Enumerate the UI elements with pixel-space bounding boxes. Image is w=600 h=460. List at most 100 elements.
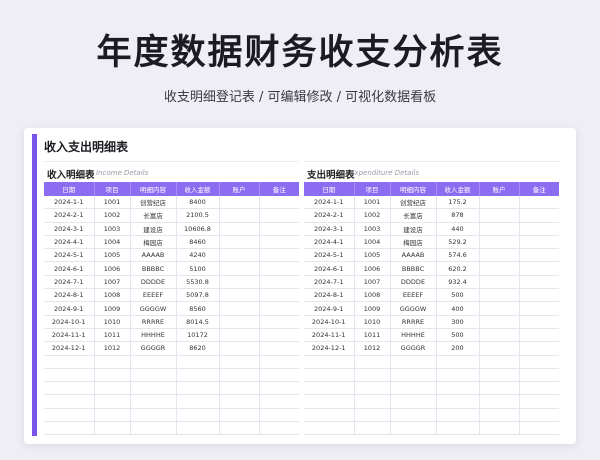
- table-row[interactable]: 2024-11-1 1011 HHHHE 500: [304, 328, 559, 343]
- table-cell[interactable]: [219, 301, 260, 316]
- empty-cell[interactable]: [390, 408, 437, 423]
- table-row[interactable]: 2024-2-1 1002 长富店 2100.5: [44, 208, 299, 223]
- table-cell[interactable]: 2024-1-1: [44, 196, 95, 210]
- empty-cell[interactable]: [130, 408, 177, 423]
- table-cell[interactable]: AAAAB: [390, 248, 437, 263]
- table-cell[interactable]: HHHHE: [130, 328, 177, 343]
- table-cell[interactable]: 1004: [354, 235, 391, 250]
- expense-col-header[interactable]: 日期: [304, 182, 355, 196]
- table-cell[interactable]: 574.6: [436, 248, 480, 263]
- table-cell[interactable]: DDDDE: [390, 275, 437, 290]
- table-cell[interactable]: DDDDE: [130, 275, 177, 290]
- table-cell[interactable]: [519, 196, 559, 210]
- table-cell[interactable]: GGGGR: [390, 341, 437, 356]
- table-cell[interactable]: [219, 196, 260, 210]
- empty-cell[interactable]: [219, 368, 260, 383]
- table-cell[interactable]: 建设店: [130, 222, 177, 236]
- table-cell[interactable]: 2024-7-1: [304, 275, 355, 290]
- table-cell[interactable]: 1002: [94, 208, 131, 223]
- table-cell[interactable]: 1010: [354, 315, 391, 329]
- table-cell[interactable]: BBBBC: [130, 261, 177, 276]
- table-cell[interactable]: 2024-8-1: [44, 288, 95, 303]
- table-cell[interactable]: [259, 275, 299, 290]
- table-row[interactable]: 2024-7-1 1007 DDDDE 5530.8: [44, 275, 299, 290]
- empty-cell[interactable]: [176, 355, 220, 369]
- empty-cell[interactable]: [219, 355, 260, 369]
- table-cell[interactable]: [479, 288, 520, 303]
- empty-table-row[interactable]: [304, 421, 559, 436]
- empty-cell[interactable]: [176, 421, 220, 436]
- table-cell[interactable]: AAAAB: [130, 248, 177, 263]
- expense-col-header[interactable]: 备注: [519, 182, 559, 196]
- empty-cell[interactable]: [130, 394, 177, 409]
- empty-cell[interactable]: [479, 355, 520, 369]
- table-cell[interactable]: [519, 208, 559, 223]
- table-cell[interactable]: 创营纪店: [130, 196, 177, 210]
- table-cell[interactable]: 梅园店: [390, 235, 437, 250]
- empty-cell[interactable]: [259, 355, 299, 369]
- table-cell[interactable]: 创营纪店: [390, 196, 437, 210]
- table-cell[interactable]: BBBBC: [390, 261, 437, 276]
- table-row[interactable]: 2024-10-1 1010 RRRRE 300: [304, 315, 559, 329]
- table-row[interactable]: 2024-8-1 1008 EEEEF 5097.8: [44, 288, 299, 303]
- empty-table-row[interactable]: [44, 421, 299, 436]
- table-cell[interactable]: 8560: [176, 301, 220, 316]
- empty-cell[interactable]: [44, 394, 95, 409]
- empty-table-row[interactable]: [304, 368, 559, 383]
- table-cell[interactable]: 10172: [176, 328, 220, 343]
- empty-cell[interactable]: [354, 408, 391, 423]
- table-cell[interactable]: [519, 222, 559, 236]
- table-cell[interactable]: RRRRE: [390, 315, 437, 329]
- table-cell[interactable]: [219, 315, 260, 329]
- empty-cell[interactable]: [44, 408, 95, 423]
- empty-cell[interactable]: [259, 421, 299, 436]
- expense-col-header[interactable]: 收入金额: [436, 182, 480, 196]
- empty-cell[interactable]: [94, 408, 131, 423]
- table-cell[interactable]: 200: [436, 341, 480, 356]
- table-cell[interactable]: 2100.5: [176, 208, 220, 223]
- empty-table-row[interactable]: [44, 408, 299, 423]
- empty-cell[interactable]: [44, 368, 95, 383]
- table-cell[interactable]: 1007: [354, 275, 391, 290]
- empty-cell[interactable]: [436, 421, 480, 436]
- empty-table-row[interactable]: [44, 355, 299, 369]
- table-cell[interactable]: 1008: [354, 288, 391, 303]
- empty-table-row[interactable]: [304, 408, 559, 423]
- table-cell[interactable]: [259, 208, 299, 223]
- empty-cell[interactable]: [259, 408, 299, 423]
- empty-cell[interactable]: [304, 421, 355, 436]
- empty-cell[interactable]: [94, 355, 131, 369]
- table-cell[interactable]: 500: [436, 288, 480, 303]
- empty-cell[interactable]: [519, 355, 559, 369]
- table-cell[interactable]: GGGGR: [130, 341, 177, 356]
- table-cell[interactable]: [259, 301, 299, 316]
- table-cell[interactable]: 2024-1-1: [304, 196, 355, 210]
- table-cell[interactable]: [479, 275, 520, 290]
- empty-table-row[interactable]: [44, 368, 299, 383]
- empty-cell[interactable]: [436, 381, 480, 396]
- table-cell[interactable]: 2024-3-1: [304, 222, 355, 236]
- table-cell[interactable]: GGGGW: [130, 301, 177, 316]
- table-row[interactable]: 2024-9-1 1009 GGGGW 8560: [44, 301, 299, 316]
- empty-cell[interactable]: [479, 394, 520, 409]
- table-cell[interactable]: [519, 235, 559, 250]
- empty-cell[interactable]: [436, 368, 480, 383]
- table-cell[interactable]: 400: [436, 301, 480, 316]
- table-cell[interactable]: 878: [436, 208, 480, 223]
- table-cell[interactable]: 8620: [176, 341, 220, 356]
- table-cell[interactable]: 2024-5-1: [304, 248, 355, 263]
- empty-cell[interactable]: [130, 355, 177, 369]
- table-cell[interactable]: 1012: [94, 341, 131, 356]
- table-cell[interactable]: [259, 261, 299, 276]
- table-cell[interactable]: 2024-10-1: [304, 315, 355, 329]
- table-cell[interactable]: 1007: [94, 275, 131, 290]
- empty-cell[interactable]: [390, 421, 437, 436]
- table-cell[interactable]: 2024-9-1: [304, 301, 355, 316]
- table-cell[interactable]: 1012: [354, 341, 391, 356]
- empty-cell[interactable]: [479, 368, 520, 383]
- table-cell[interactable]: [519, 328, 559, 343]
- table-cell[interactable]: 2024-11-1: [44, 328, 95, 343]
- expense-col-header[interactable]: 账户: [479, 182, 520, 196]
- empty-cell[interactable]: [259, 381, 299, 396]
- table-cell[interactable]: 2024-4-1: [304, 235, 355, 250]
